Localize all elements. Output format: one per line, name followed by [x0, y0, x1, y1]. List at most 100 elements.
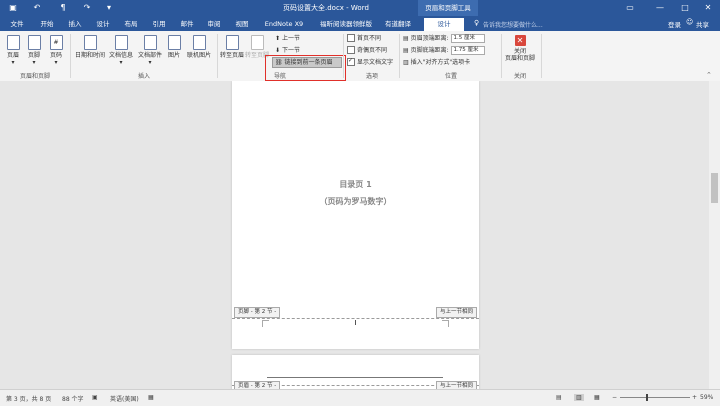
footer-section-tag: 页脚 - 第 2 节 - [234, 307, 281, 318]
zoom-slider[interactable] [620, 397, 690, 398]
document-area: 目录页 1 （页码为罗马数字） 页脚 - 第 2 节 - 与上一节相同 页眉 -… [0, 81, 720, 389]
zoom-out-icon[interactable]: − [612, 394, 617, 401]
crop-mark [442, 320, 449, 327]
zoom-level[interactable]: 59% [700, 394, 713, 401]
odd-even-diff-checkbox[interactable]: 奇偶页不同 [347, 45, 387, 55]
page-count[interactable]: 第 3 页，共 8 页 [6, 394, 51, 403]
group-label-options: 选项 [365, 73, 378, 80]
collapse-ribbon-icon[interactable]: ⌃ [706, 71, 712, 79]
tell-me-input[interactable]: 告诉我您想要做什么... [483, 20, 543, 29]
format-icon[interactable]: ¶ [58, 3, 68, 13]
close-window-icon[interactable]: ✕ [703, 3, 713, 13]
print-layout-icon[interactable]: ▥ [574, 394, 584, 401]
header-icon [6, 35, 20, 50]
footer-bottom-input[interactable]: 1.75 厘米 [450, 46, 485, 55]
context-tool-label: 页眉和页脚工具 [418, 0, 478, 16]
person-icon: ☺ [686, 18, 694, 26]
tab-endnote[interactable]: EndNote X9 [262, 19, 306, 30]
group-label-close: 关闭 [513, 73, 526, 80]
word-count[interactable]: 88 个字 [62, 394, 84, 403]
tab-hf-design[interactable]: 设计 [424, 18, 464, 31]
header-top-distance: ▤ 页眉顶端距离: 1.5 厘米 [403, 34, 485, 43]
tab-review[interactable]: 审阅 [203, 19, 225, 30]
next-section-button[interactable]: ⬇ 下一节 [275, 46, 300, 55]
close-red-icon: ✕ [514, 35, 526, 46]
header-top-input[interactable]: 1.5 厘米 [450, 34, 485, 43]
vertical-scrollbar[interactable] [709, 81, 720, 389]
scroll-thumb[interactable] [711, 173, 718, 203]
tab-layout[interactable]: 布局 [120, 19, 142, 30]
separator [217, 34, 218, 78]
tab-youdao[interactable]: 有道翻译 [381, 19, 415, 30]
zoom-in-icon[interactable]: + [692, 394, 697, 401]
toc-heading[interactable]: 目录页 1 [232, 179, 479, 190]
separator [70, 34, 71, 78]
redo-icon[interactable]: ↷ [82, 3, 92, 13]
separator [399, 34, 400, 78]
group-label-hf: 页眉和页脚 [19, 73, 50, 80]
page-number-icon: # [49, 35, 63, 50]
web-layout-icon[interactable]: ▦ [594, 394, 600, 401]
same-as-previous-tag-2: 与上一节相同 [435, 381, 477, 389]
show-doc-text-checkbox[interactable]: 显示文档文字 [347, 56, 393, 67]
page-number-button[interactable]: # 页码 ▾ [47, 35, 65, 66]
ribbon: 页眉 ▾ 页脚 ▾ # 页码 ▾ 页眉和页脚 日期和时间 文档信息 ▾ 文档部件 ▾ 图片… [0, 31, 720, 82]
close-hf-button[interactable]: ✕ 关闭 页眉和页脚 [503, 35, 537, 62]
header-rule [267, 377, 443, 378]
up-arrow-icon: ⬆ [275, 35, 282, 42]
footer-icon [27, 35, 41, 50]
goto-header-button[interactable]: 转至页眉 [220, 35, 244, 59]
group-label-position: 位置 [444, 73, 457, 80]
text-cursor [355, 320, 356, 325]
ribbon-tabs: 文件 开始 插入 设计 布局 引用 邮件 审阅 视图 EndNote X9 福昕… [0, 16, 720, 31]
ribbon-options-icon[interactable]: ▭ [625, 3, 635, 13]
picture-icon [167, 35, 181, 50]
maximize-icon[interactable]: □ [680, 3, 690, 13]
online-picture-icon [192, 35, 206, 50]
footer-button[interactable]: 页脚 ▾ [25, 35, 43, 66]
prev-section-button[interactable]: ⬆ 上一节 [275, 34, 300, 43]
status-bar: 第 3 页，共 8 页 88 个字 ▣ 英语(美国) ▦ ▤ ▥ ▦ − + 5… [0, 389, 720, 406]
calendar-icon [83, 35, 97, 50]
down-arrow-icon: ⬇ [275, 47, 282, 54]
lightbulb-icon: ♀ [474, 19, 480, 27]
header-section-tag: 页眉 - 第 2 节 - [234, 381, 281, 389]
page-toc: 目录页 1 （页码为罗马数字） 页脚 - 第 2 节 - 与上一节相同 [232, 81, 479, 349]
header-button[interactable]: 页眉 ▾ [4, 35, 22, 66]
tab-view[interactable]: 视图 [231, 19, 253, 30]
share-button[interactable]: 共享 [696, 19, 709, 29]
tab-home[interactable]: 开始 [36, 19, 58, 30]
tab-design[interactable]: 设计 [92, 19, 114, 30]
language[interactable]: 英语(美国) [110, 394, 139, 403]
tab-insert[interactable]: 插入 [64, 19, 86, 30]
doc-info-button[interactable]: 文档信息 ▾ [107, 35, 135, 66]
online-picture-button[interactable]: 联机图片 [184, 35, 214, 59]
separator [501, 34, 502, 78]
doc-parts-button[interactable]: 文档部件 ▾ [136, 35, 164, 66]
customize-icon[interactable]: ▾ [104, 3, 114, 13]
tab-file[interactable]: 文件 [6, 19, 28, 30]
login-link[interactable]: 登录 [668, 19, 681, 29]
proofing-icon[interactable]: ▣ [92, 394, 98, 401]
goto-header-icon [225, 35, 239, 50]
align-tab-icon: ▥ [403, 59, 411, 66]
tab-foxit[interactable]: 福昕阅读器领鲜版 [313, 19, 379, 30]
title-bar: ▣ ↶ ¶ ↷ ▾ 页码设置大全.docx - Word 页眉和页脚工具 ▭ —… [0, 0, 720, 16]
macro-icon[interactable]: ▦ [148, 394, 154, 401]
minimize-icon[interactable]: — [655, 3, 665, 13]
picture-button[interactable]: 图片 [165, 35, 183, 59]
page-next: 页眉 - 第 2 节 - 与上一节相同 [232, 355, 479, 389]
tab-references[interactable]: 引用 [148, 19, 170, 30]
insert-align-tab-button[interactable]: ▥ 插入"对齐方式"选项卡 [403, 58, 470, 67]
doc-parts-icon [143, 35, 157, 50]
undo-icon[interactable]: ↶ [32, 3, 42, 13]
first-page-diff-checkbox[interactable]: 首页不同 [347, 33, 381, 43]
separator [343, 34, 344, 78]
footer-bottom-distance: ▤ 页脚底端距离: 1.75 厘米 [403, 46, 485, 55]
zoom-slider-thumb[interactable] [646, 394, 648, 401]
tab-mailings[interactable]: 邮件 [176, 19, 198, 30]
toc-subheading[interactable]: （页码为罗马数字） [232, 196, 479, 207]
save-icon[interactable]: ▣ [8, 3, 18, 13]
read-mode-icon[interactable]: ▤ [556, 394, 562, 401]
date-time-button[interactable]: 日期和时间 [74, 35, 106, 59]
